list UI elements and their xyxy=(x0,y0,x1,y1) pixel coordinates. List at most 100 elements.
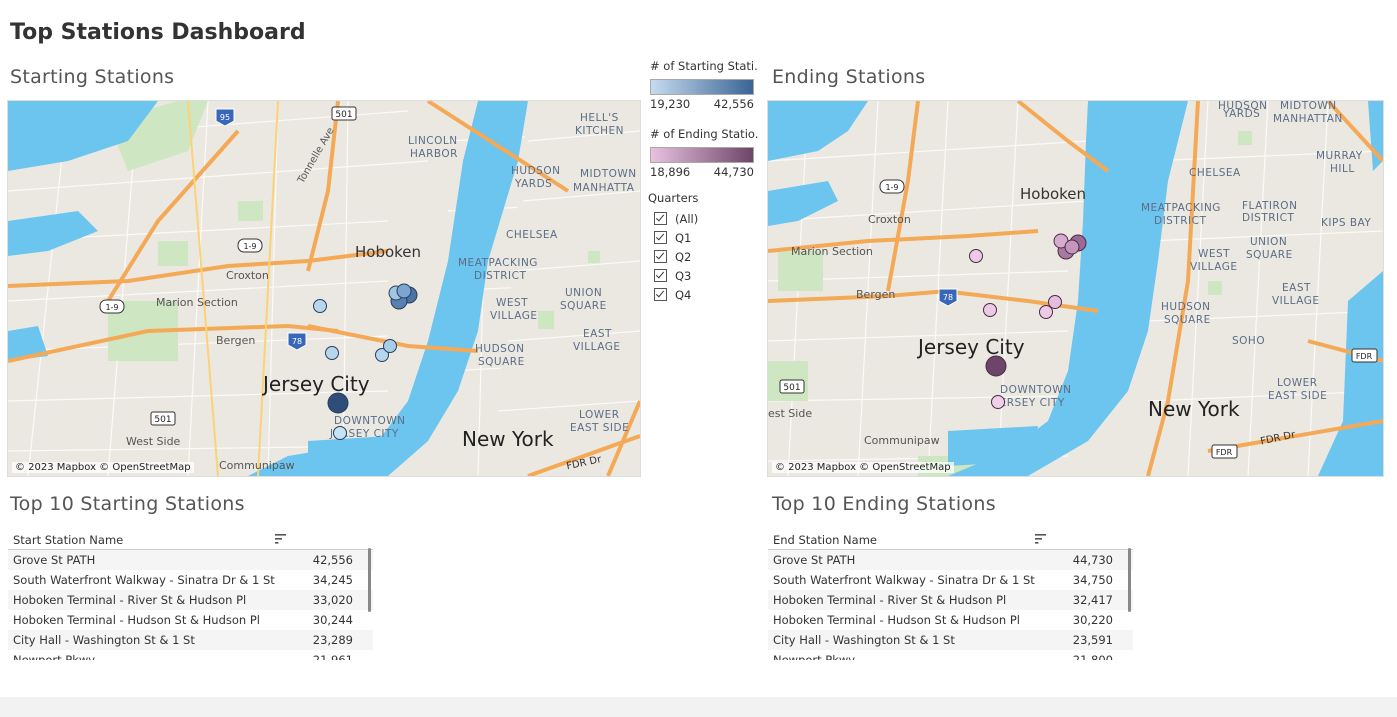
lower-label: LOWER xyxy=(579,409,620,421)
table-row[interactable]: Hoboken Terminal - Hudson St & Hudson Pl… xyxy=(8,610,373,630)
ending-stations-map[interactable]: 1-9 78 501 FDR FDR Croxton Marion Sectio… xyxy=(767,100,1384,477)
table-row[interactable]: Grove St PATH 44,730 xyxy=(768,550,1133,570)
hoboken-label: Hoboken xyxy=(1020,185,1086,203)
table-row[interactable]: Newport Pkwy 21,961 xyxy=(8,650,373,660)
quarters-filter[interactable]: (All) Q1 Q2 Q3 Q4 xyxy=(654,209,762,304)
fdr-shield-2: FDR xyxy=(1216,448,1233,457)
table-row[interactable]: South Waterfront Walkway - Sinatra Dr & … xyxy=(8,570,373,590)
trip-count-cell: 21,961 xyxy=(312,653,353,660)
map-attribution[interactable]: © 2023 Mapbox © OpenStreetMap xyxy=(12,462,194,473)
trip-count-cell: 23,289 xyxy=(312,633,353,647)
route-19-shield: 1-9 xyxy=(243,242,256,251)
table-scrollbar[interactable] xyxy=(1128,548,1131,612)
end-station-marker[interactable] xyxy=(991,395,1005,409)
jersey-city-label: Jersey City xyxy=(916,335,1025,359)
trip-count-cell: 23,591 xyxy=(1072,633,1113,647)
table-body: Grove St PATH 42,556 South Waterfront Walk… xyxy=(8,550,373,660)
quarter-option-q1[interactable]: Q1 xyxy=(654,228,762,247)
end-station-marker[interactable] xyxy=(983,303,997,317)
map-attribution[interactable]: © 2023 Mapbox © OpenStreetMap xyxy=(772,462,954,473)
checkbox-checked-icon[interactable] xyxy=(654,269,667,282)
west-label: WEST xyxy=(1198,248,1230,260)
quarter-option-all[interactable]: (All) xyxy=(654,209,762,228)
marion-section-label: Marion Section xyxy=(791,245,873,258)
trip-count-cell: 30,244 xyxy=(312,613,353,627)
communipaw-label: Communipaw xyxy=(219,459,295,472)
hudson-yards-label-1: HUDSON xyxy=(511,165,560,177)
start-station-marker[interactable] xyxy=(325,346,339,360)
west-label: WEST xyxy=(496,297,528,309)
trip-count-cell: 44,730 xyxy=(1072,553,1113,567)
start-legend-title: # of Starting Stati.. xyxy=(650,59,758,73)
table-body: Grove St PATH 44,730 South Waterfront Walk… xyxy=(768,550,1133,660)
meatpacking-label: MEATPACKING xyxy=(1141,202,1221,214)
end-station-marker[interactable] xyxy=(1048,295,1062,309)
table-row[interactable]: South Waterfront Walkway - Sinatra Dr & … xyxy=(768,570,1133,590)
district-label: DISTRICT xyxy=(474,270,526,282)
croxton-label: Croxton xyxy=(868,213,911,226)
table-row[interactable]: Grove St PATH 42,556 xyxy=(8,550,373,570)
village-label: VILLAGE xyxy=(1190,261,1238,273)
station-name-cell: Hoboken Terminal - River St & Hudson Pl xyxy=(773,593,1007,607)
station-name-cell: Hoboken Terminal - Hudson St & Hudson Pl xyxy=(13,613,260,627)
table-row[interactable]: City Hall - Washington St & 1 St 23,289 xyxy=(8,630,373,650)
sort-icon[interactable] xyxy=(1035,534,1047,544)
hudson-yards-label-2: YARDS xyxy=(514,178,552,190)
kips-bay-label: KIPS BAY xyxy=(1321,217,1371,229)
square-label: SQUARE xyxy=(560,300,607,312)
table-row[interactable]: Newport Pkwy 21,800 xyxy=(768,650,1133,660)
start-station-marker[interactable] xyxy=(396,283,412,299)
checkbox-checked-icon[interactable] xyxy=(654,250,667,263)
station-name-cell: City Hall - Washington St & 1 St xyxy=(773,633,955,647)
starting-stations-map[interactable]: 501 95 1-9 1-9 78 501 Tonnelle Ave Croxt… xyxy=(7,100,641,477)
station-name-cell: Newport Pkwy xyxy=(773,653,856,660)
east-village-label: VILLAGE xyxy=(573,341,621,353)
checkbox-checked-icon[interactable] xyxy=(654,288,667,301)
start-station-marker[interactable] xyxy=(383,339,397,353)
quarter-option-q4[interactable]: Q4 xyxy=(654,285,762,304)
end-station-marker[interactable] xyxy=(969,249,983,263)
hells-label: HELL'S xyxy=(580,112,619,124)
trip-count-cell: 34,245 xyxy=(312,573,353,587)
sort-icon[interactable] xyxy=(275,534,287,544)
end-station-marker[interactable] xyxy=(1064,239,1080,255)
quarter-option-q2[interactable]: Q2 xyxy=(654,247,762,266)
quarters-filter-title: Quarters xyxy=(648,191,699,205)
quarter-label: Q2 xyxy=(675,249,692,264)
meatpacking-label: MEATPACKING xyxy=(458,257,538,269)
end-station-marker[interactable] xyxy=(1039,305,1053,319)
flatiron-label: FLATIRON xyxy=(1242,200,1297,212)
footer-bar xyxy=(0,697,1397,717)
top-ending-stations-table[interactable]: End Station Name Grove St PATH 44,730 Sout… xyxy=(768,530,1133,660)
column-header-end-station[interactable]: End Station Name xyxy=(773,533,877,547)
table-row[interactable]: Hoboken Terminal - River St & Hudson Pl 3… xyxy=(768,590,1133,610)
route-501-shield: 501 xyxy=(335,110,352,120)
station-name-cell: City Hall - Washington St & 1 St xyxy=(13,633,195,647)
start-station-marker[interactable] xyxy=(333,426,347,440)
flatiron-district-label: DISTRICT xyxy=(1242,212,1294,224)
end-station-marker-grove-st[interactable] xyxy=(985,355,1007,377)
trip-count-cell: 42,556 xyxy=(312,553,353,567)
top-starting-table-title: Top 10 Starting Stations xyxy=(10,493,245,515)
checkbox-checked-icon[interactable] xyxy=(654,212,667,225)
trip-count-cell: 32,417 xyxy=(1072,593,1113,607)
start-legend-min: 19,230 xyxy=(650,97,691,111)
table-scrollbar[interactable] xyxy=(368,548,371,612)
checkbox-checked-icon[interactable] xyxy=(654,231,667,244)
top-starting-stations-table[interactable]: Start Station Name Grove St PATH 42,556 So… xyxy=(8,530,373,660)
start-station-marker-grove-st[interactable] xyxy=(327,392,349,414)
bergen-label: Bergen xyxy=(856,288,895,301)
quarter-label: (All) xyxy=(675,211,699,226)
trip-count-cell: 30,220 xyxy=(1072,613,1113,627)
table-row[interactable]: Hoboken Terminal - Hudson St & Hudson Pl… xyxy=(768,610,1133,630)
column-header-start-station[interactable]: Start Station Name xyxy=(13,533,123,547)
top-ending-table-title: Top 10 Ending Stations xyxy=(772,493,996,515)
route-19-shield-2: 1-9 xyxy=(105,303,118,312)
table-row[interactable]: City Hall - Washington St & 1 St 23,591 xyxy=(768,630,1133,650)
start-color-ramp xyxy=(650,79,754,95)
start-station-marker[interactable] xyxy=(313,299,327,313)
union-label: UNION xyxy=(565,287,602,299)
station-name-cell: Grove St PATH xyxy=(13,553,96,567)
quarter-option-q3[interactable]: Q3 xyxy=(654,266,762,285)
table-row[interactable]: Hoboken Terminal - River St & Hudson Pl 3… xyxy=(8,590,373,610)
